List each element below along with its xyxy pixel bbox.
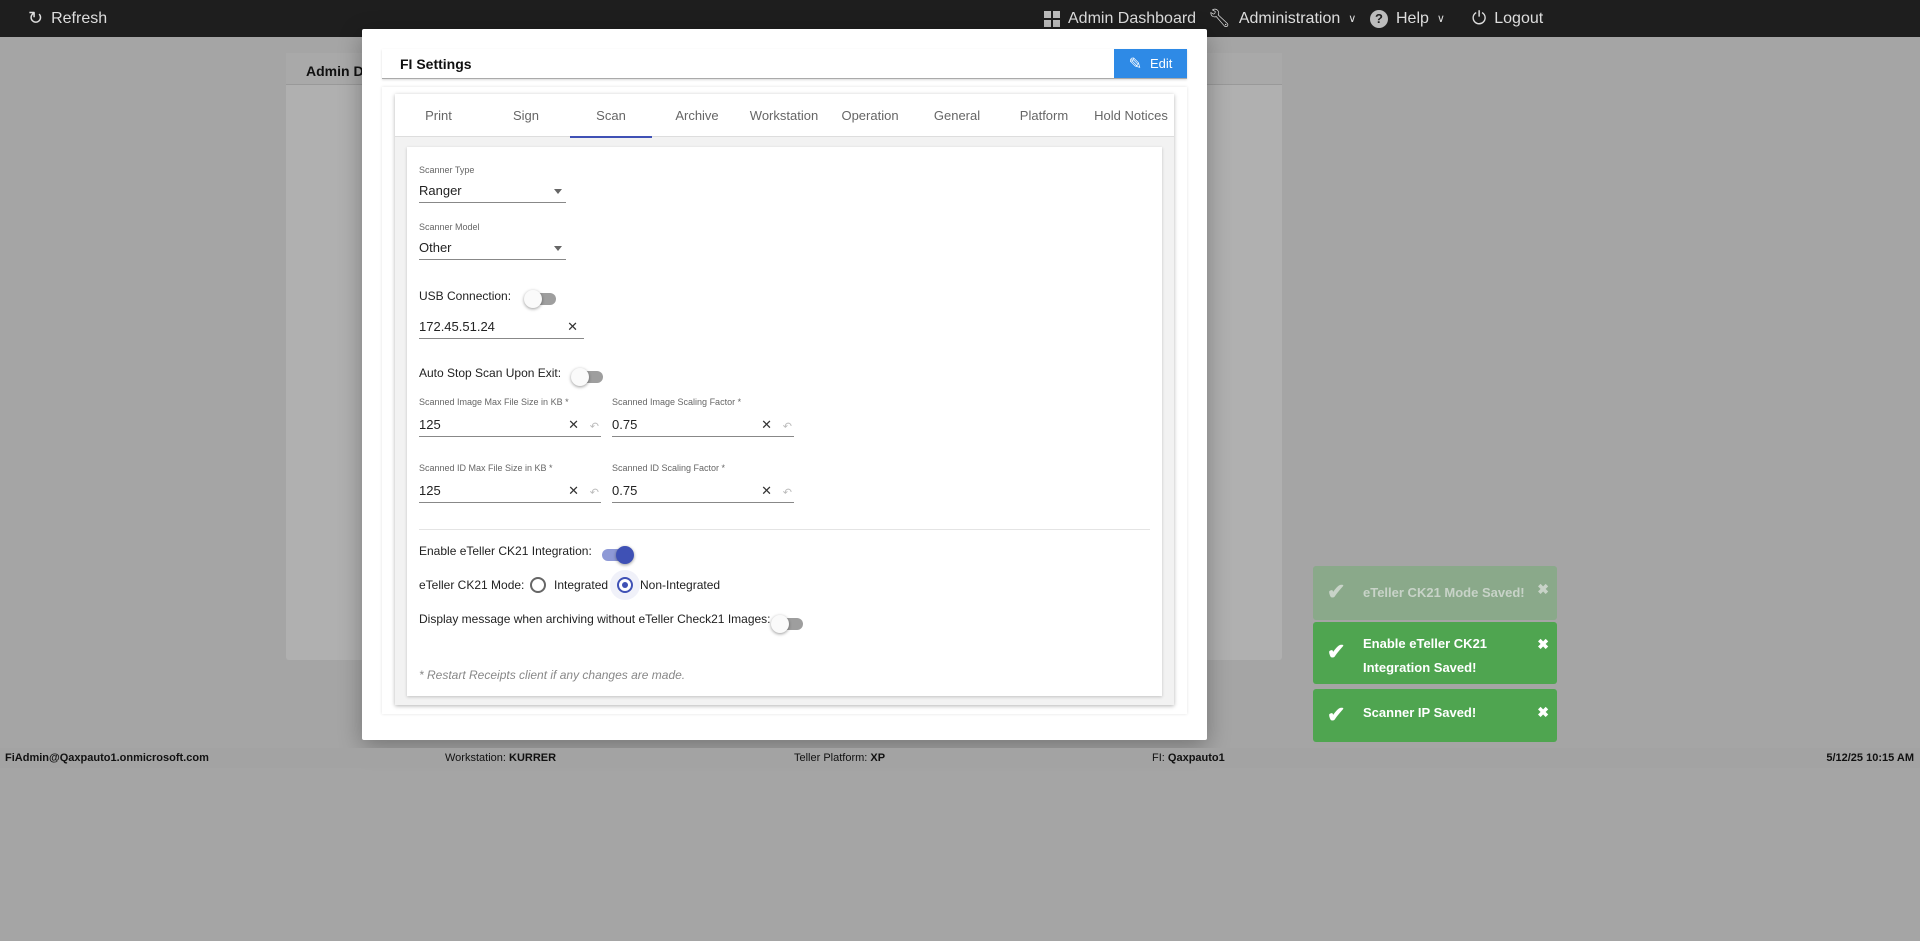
user-email: FiAdmin@Qaxpauto1.onmicrosoft.com — [5, 752, 209, 764]
check-icon: ✔ — [1327, 579, 1346, 604]
auto-stop-toggle[interactable] — [571, 368, 603, 386]
status-bar: FiAdmin@Qaxpauto1.onmicrosoft.com Workst… — [0, 748, 1920, 768]
fi-status: FI: Qaxpauto1 — [1152, 752, 1225, 764]
mode-non-integrated-radio[interactable] — [617, 577, 633, 593]
tab-scan[interactable]: Scan — [570, 94, 652, 138]
undo-icon[interactable]: ↶ — [783, 486, 792, 499]
tab-sign[interactable]: Sign — [482, 94, 570, 137]
clear-icon[interactable]: ✕ — [568, 483, 579, 499]
image-scaling-factor-input[interactable]: Scanned Image Scaling Factor * 0.75 ✕ ↶ — [612, 397, 794, 437]
display-message-toggle[interactable] — [771, 615, 803, 633]
dashboard-icon — [1044, 10, 1060, 27]
image-max-size-input[interactable]: Scanned Image Max File Size in KB * 125 … — [419, 397, 601, 437]
undo-icon[interactable]: ↶ — [590, 486, 599, 499]
close-icon[interactable]: ✖ — [1537, 704, 1549, 721]
dropdown-arrow-icon — [554, 246, 562, 251]
close-icon[interactable]: ✖ — [1537, 581, 1549, 598]
mode-integrated-label[interactable]: Integrated — [554, 578, 608, 592]
chevron-down-icon: ∨ — [1348, 13, 1357, 25]
toast-scanner-ip-saved: ✔ Scanner IP Saved! ✖ — [1313, 689, 1557, 742]
scanner-ip-input[interactable]: 172.45.51.24 ✕ — [419, 315, 584, 339]
tab-platform[interactable]: Platform — [1000, 94, 1088, 137]
undo-icon[interactable]: ↶ — [590, 420, 599, 433]
settings-container: Print Sign Scan Archive Workstation Oper… — [382, 87, 1187, 714]
restart-note: * Restart Receipts client if any changes… — [419, 668, 686, 682]
check-icon: ✔ — [1327, 639, 1346, 664]
usb-connection-label: USB Connection: — [419, 289, 512, 303]
fi-settings-modal: FI Settings ✎ Edit Print Sign Scan Archiv… — [362, 29, 1207, 740]
tab-operation[interactable]: Operation — [826, 94, 914, 137]
logout-button[interactable]: ⏻ Logout — [1472, 0, 1543, 37]
id-max-size-input[interactable]: Scanned ID Max File Size in KB * 125 ✕ ↶ — [419, 463, 601, 503]
platform-status: Teller Platform: XP — [794, 752, 886, 764]
scanner-model-select[interactable]: Scanner Model Other — [419, 222, 566, 260]
refresh-button[interactable]: ↻ Refresh — [28, 0, 107, 37]
modal-title: FI Settings — [400, 56, 472, 72]
tab-print[interactable]: Print — [395, 94, 482, 137]
scan-settings-card: Scanner Type Ranger Scanner Model Other … — [407, 147, 1162, 696]
workstation-status: Workstation: KURRER — [445, 752, 557, 764]
clear-icon[interactable]: ✕ — [568, 417, 579, 433]
help-menu[interactable]: ? Help ∨ — [1370, 0, 1445, 37]
ck21-integration-toggle[interactable] — [602, 546, 634, 564]
wrench-icon: 🔧︎ — [1208, 8, 1231, 28]
scanner-type-select[interactable]: Scanner Type Ranger — [419, 165, 566, 203]
toast-ck21-integration-saved: ✔ Enable eTeller CK21 Integration Saved!… — [1313, 622, 1557, 684]
help-icon: ? — [1370, 9, 1388, 28]
mode-integrated-radio[interactable] — [530, 577, 546, 593]
mode-non-integrated-label[interactable]: Non-Integrated — [640, 578, 720, 592]
clear-icon[interactable]: ✕ — [761, 417, 772, 433]
chevron-down-icon: ∨ — [1436, 13, 1445, 25]
tab-archive[interactable]: Archive — [652, 94, 742, 137]
administration-menu[interactable]: 🔧︎ Administration ∨ — [1208, 0, 1356, 37]
power-icon: ⏻ — [1472, 8, 1487, 28]
tab-general[interactable]: General — [914, 94, 1000, 137]
datetime: 5/12/25 10:15 AM — [1826, 752, 1914, 764]
auto-stop-label: Auto Stop Scan Upon Exit: — [419, 366, 562, 380]
usb-connection-toggle[interactable] — [524, 290, 556, 308]
display-message-label: Display message when archiving without e… — [419, 612, 771, 626]
undo-icon[interactable]: ↶ — [783, 420, 792, 433]
edit-button[interactable]: ✎ Edit — [1114, 49, 1187, 78]
divider — [419, 529, 1150, 530]
tab-bar: Print Sign Scan Archive Workstation Oper… — [395, 94, 1174, 138]
tab-hold-notices[interactable]: Hold Notices — [1088, 94, 1174, 137]
refresh-icon: ↻ — [28, 8, 44, 28]
clear-icon[interactable]: ✕ — [761, 483, 772, 499]
check-icon: ✔ — [1327, 702, 1346, 727]
clear-icon[interactable]: ✕ — [567, 319, 578, 335]
ck21-mode-label: eTeller CK21 Mode: — [419, 578, 525, 592]
modal-header: FI Settings ✎ Edit — [382, 49, 1187, 79]
dropdown-arrow-icon — [554, 189, 562, 194]
pencil-icon: ✎ — [1128, 55, 1142, 73]
ck21-integration-label: Enable eTeller CK21 Integration: — [419, 544, 592, 558]
close-icon[interactable]: ✖ — [1537, 636, 1549, 653]
toast-ck21-mode-saved: ✔ eTeller CK21 Mode Saved! ✖ — [1313, 566, 1557, 620]
tab-workstation[interactable]: Workstation — [742, 94, 826, 137]
id-scaling-factor-input[interactable]: Scanned ID Scaling Factor * 0.75 ✕ ↶ — [612, 463, 794, 503]
